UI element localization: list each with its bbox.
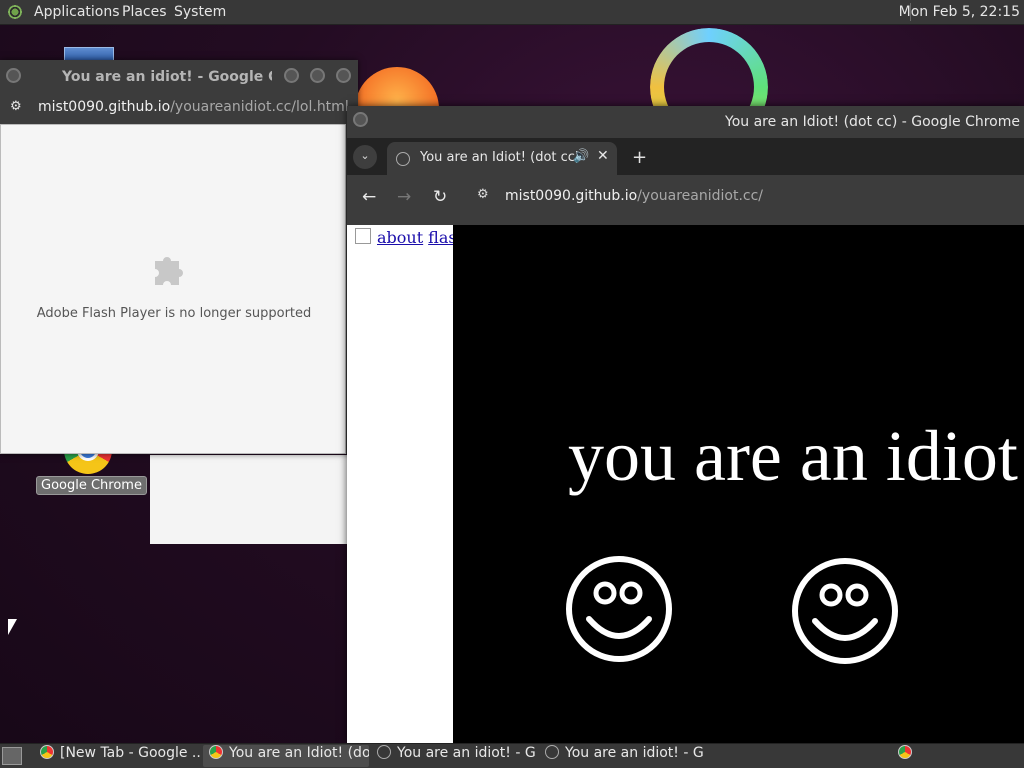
task-label: You are an idiot! - G... (397, 745, 535, 761)
tray-chrome-icon[interactable] (892, 745, 926, 767)
smiley-face-icon (566, 556, 672, 662)
page-viewport[interactable]: about flash you are an idiot! (347, 225, 1024, 743)
omnibox[interactable]: mist0090.github.io/youareanidiot.cc/ (505, 188, 763, 204)
url-path: /youareanidiot.cc/lol.html (170, 99, 349, 115)
chrome-icon (898, 745, 912, 759)
close-button[interactable] (336, 68, 351, 83)
flash-content-area[interactable]: you are an idiot! (453, 225, 1024, 743)
taskbar-task-new-tab[interactable]: [New Tab - Google ... (34, 745, 200, 767)
minimize-button[interactable] (284, 68, 299, 83)
chrome-window-back[interactable]: You are an idiot! - Google Chrome ⚙ mist… (0, 60, 358, 454)
window-menu-button[interactable] (353, 112, 368, 127)
chrome-icon (40, 745, 54, 759)
desktop-icon-label-chrome[interactable]: Google Chrome (36, 476, 147, 495)
top-panel: Applications Places System Mon Feb 5, 22… (0, 0, 1024, 25)
back-arrow-icon[interactable]: ← (362, 187, 376, 207)
site-info-icon[interactable]: ⚙ (477, 187, 489, 202)
task-label: [New Tab - Google ... (60, 745, 200, 761)
clock[interactable]: Mon Feb 5, 22:15 (899, 4, 1020, 20)
tab-search-chevron-down-icon[interactable]: ⌄ (353, 145, 377, 169)
smiley-face-icon (792, 558, 898, 664)
page-content: Adobe Flash Player is no longer supporte… (0, 124, 346, 454)
chrome-icon (209, 745, 223, 759)
broken-image-icon (355, 228, 371, 244)
background-window-fragment[interactable] (150, 455, 348, 544)
globe-icon (396, 152, 410, 166)
forward-arrow-icon[interactable]: → (397, 187, 411, 207)
url-host: mist0090.github.io (38, 99, 171, 115)
reload-icon[interactable]: ↻ (433, 187, 447, 207)
plugin-unsupported-message: Adobe Flash Player is no longer supporte… (36, 306, 312, 321)
window-menu-button[interactable] (6, 68, 21, 83)
url-host: mist0090.github.io (505, 188, 638, 204)
window-titlebar[interactable]: You are an idiot! - Google Chrome (0, 60, 358, 92)
show-desktop-icon[interactable] (2, 747, 22, 765)
globe-icon (377, 745, 391, 759)
toolbar: ← → ↻ ⚙ mist0090.github.io/youareanidiot… (347, 175, 1024, 221)
menu-places[interactable]: Places (122, 4, 167, 20)
window-title: You are an Idiot! (dot cc) - Google Chro… (725, 114, 1020, 130)
close-tab-icon[interactable]: ✕ (597, 148, 609, 164)
window-titlebar[interactable]: You are an Idiot! (dot cc) - Google Chro… (347, 106, 1024, 138)
maximize-button[interactable] (310, 68, 325, 83)
distro-logo-icon[interactable] (7, 4, 23, 20)
menu-applications[interactable]: Applications (34, 4, 120, 20)
tab-active[interactable]: You are an Idiot! (dot cc) 🔊 ✕ (387, 142, 617, 175)
taskbar-task-idiot-dot-cc[interactable]: You are an Idiot! (do... (203, 745, 369, 767)
about-link[interactable]: about (377, 228, 423, 247)
url-path: /youareanidiot.cc/ (637, 188, 764, 204)
taskbar: [New Tab - Google ... You are an Idiot! … (0, 743, 1024, 768)
mouse-pointer-icon (8, 619, 17, 635)
address-bar[interactable]: ⚙ mist0090.github.io/youareanidiot.cc/lo… (0, 92, 358, 124)
menu-system[interactable]: System (174, 4, 226, 20)
chrome-window-front[interactable]: You are an Idiot! (dot cc) - Google Chro… (347, 106, 1024, 743)
window-title: You are an idiot! - Google Chrome (62, 69, 272, 85)
taskbar-task-idiot-1[interactable]: You are an idiot! - G... (371, 745, 535, 767)
tab-title: You are an Idiot! (dot cc) (420, 150, 580, 165)
task-label: You are an idiot! - G... (565, 745, 705, 761)
banner-text: you are an idiot! (568, 416, 1024, 496)
site-info-icon[interactable]: ⚙ (10, 99, 22, 114)
task-label: You are an Idiot! (do... (229, 745, 369, 761)
plugin-puzzle-icon (155, 257, 183, 285)
taskbar-task-idiot-2[interactable]: You are an idiot! - G... (539, 745, 705, 767)
tab-strip: ⌄ You are an Idiot! (dot cc) 🔊 ✕ + (347, 138, 1024, 175)
speaker-icon[interactable]: 🔊 (573, 149, 589, 164)
globe-icon (545, 745, 559, 759)
new-tab-plus-icon[interactable]: + (632, 147, 647, 168)
